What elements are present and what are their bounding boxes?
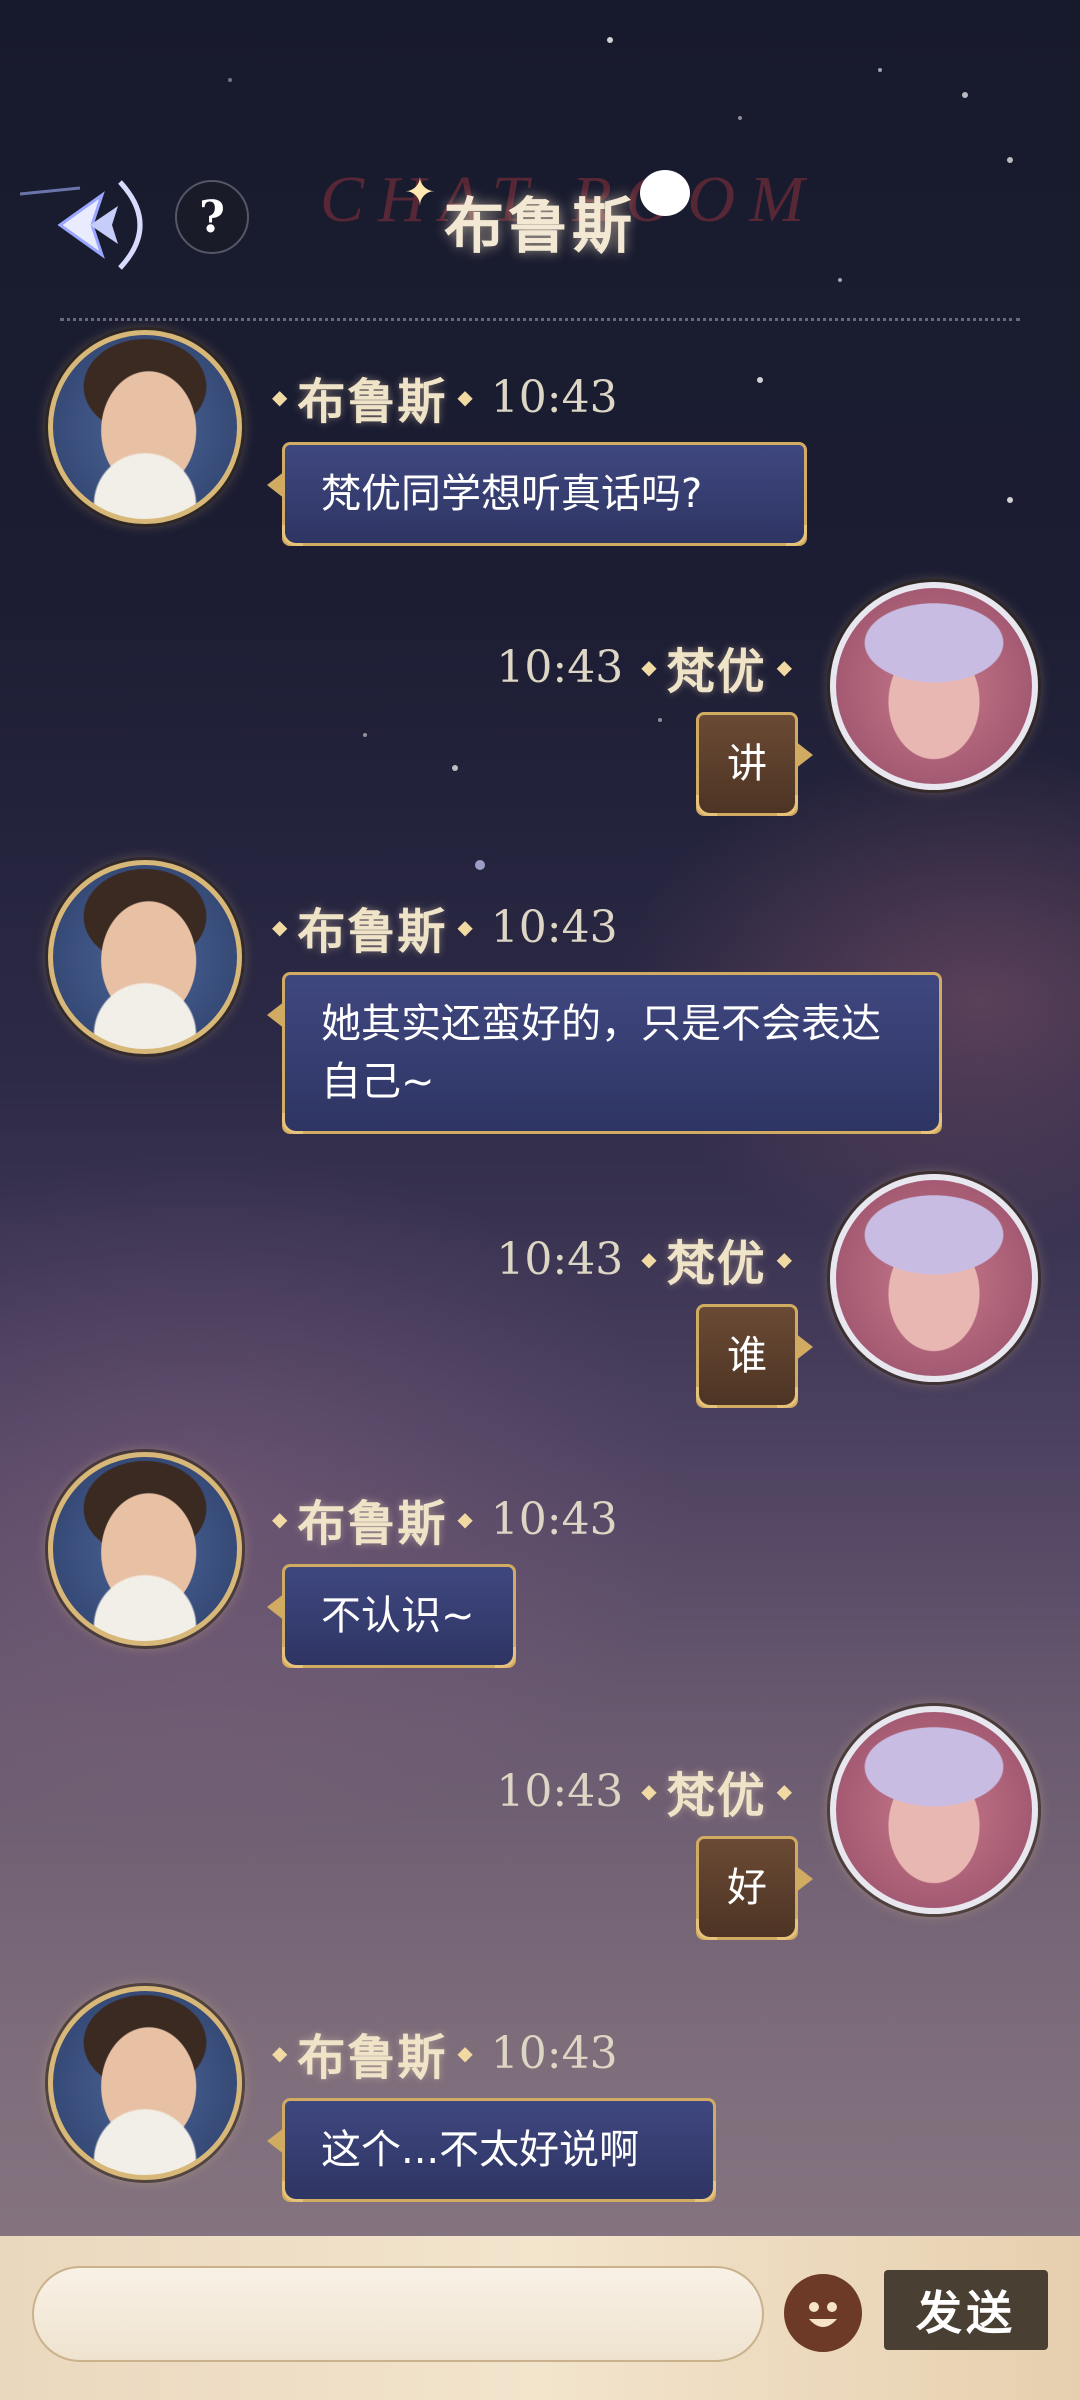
header-divider [60, 318, 1020, 321]
message-time: 10:43 [496, 641, 624, 693]
bubble-corner [696, 1387, 717, 1408]
diamond-icon: ◆ [641, 1779, 657, 1803]
sender-name: 梵优 [666, 1236, 767, 1292]
diamond-icon: ◆ [776, 1247, 792, 1271]
message-text: 好 [727, 1865, 767, 1911]
diamond-icon: ◆ [272, 385, 288, 409]
bubble-corner [777, 1919, 798, 1940]
message-time: 10:43 [490, 2027, 618, 2079]
message-text: 谁 [727, 1333, 767, 1379]
diamond-icon: ◆ [776, 1779, 792, 1803]
message-bubble: 讲 [696, 712, 813, 816]
diamond-icon: ◆ [457, 2041, 473, 2065]
diamond-icon: ◆ [457, 915, 473, 939]
avatar-bruce[interactable] [48, 330, 242, 524]
diamond-icon: ◆ [641, 1247, 657, 1271]
sender-info: 10:43 ◆ 梵优 ◆ [488, 632, 802, 702]
message-time: 10:43 [496, 1765, 624, 1817]
sender-info: ◆ 布鲁斯 ◆ 10:43 [262, 892, 626, 962]
message-text: 梵优同学想听真话吗? [321, 471, 703, 517]
sender-name: 布鲁斯 [297, 2030, 448, 2086]
diamond-icon: ◆ [776, 655, 792, 679]
bubble-corner [282, 1113, 303, 1134]
diamond-icon: ◆ [272, 915, 288, 939]
message-bubble: 她其实还蛮好的，只是不会表达自己~ [267, 972, 942, 1134]
sender-name: 梵优 [666, 644, 767, 700]
bubble-corner [777, 795, 798, 816]
emoji-button[interactable] [784, 2274, 862, 2352]
bubble-corner [777, 1387, 798, 1408]
sender-name: 布鲁斯 [297, 904, 448, 960]
message-bubble: 好 [696, 1836, 813, 1940]
page-title: 布鲁斯 [444, 192, 636, 262]
avatar-bruce[interactable] [48, 860, 242, 1054]
bubble-corner [282, 2181, 303, 2202]
bubble-corner [282, 1647, 303, 1668]
bubble-corner [282, 525, 303, 546]
sender-name: 梵优 [666, 1768, 767, 1824]
diamond-icon: ◆ [641, 655, 657, 679]
message-bubble: 这个...不太好说啊 [267, 2098, 716, 2202]
sender-name: 布鲁斯 [297, 1496, 448, 1552]
message-time: 10:43 [490, 901, 618, 953]
message-text: 不认识~ [321, 1593, 475, 1639]
sender-info: ◆ 布鲁斯 ◆ 10:43 [262, 2018, 626, 2088]
avatar-bruce[interactable] [48, 1452, 242, 1646]
message-time: 10:43 [490, 371, 618, 423]
smiley-face-icon [809, 2302, 837, 2327]
chat-header: ? CHAT ROOM ✦ 布鲁斯 [0, 140, 1080, 280]
sender-info: 10:43 ◆ 梵优 ◆ [488, 1224, 802, 1294]
sender-info: 10:43 ◆ 梵优 ◆ [488, 1756, 802, 1826]
message-input[interactable] [32, 2266, 764, 2362]
bubble-corner [696, 1919, 717, 1940]
send-button[interactable]: 发送 [884, 2270, 1048, 2350]
sender-info: ◆ 布鲁斯 ◆ 10:43 [262, 362, 626, 432]
diamond-icon: ◆ [457, 385, 473, 409]
message-composer: 发送 [0, 2236, 1080, 2400]
message-bubble: 谁 [696, 1304, 813, 1408]
bubble-corner [786, 525, 807, 546]
message-time: 10:43 [496, 1233, 624, 1285]
chat-bubble-icon [640, 170, 690, 216]
bubble-corner [495, 1647, 516, 1668]
message-bubble: 不认识~ [267, 1564, 516, 1668]
message-text: 讲 [727, 741, 767, 787]
diamond-icon: ◆ [272, 2041, 288, 2065]
avatar-fanyou[interactable] [830, 1706, 1038, 1914]
sender-name: 布鲁斯 [297, 374, 448, 430]
avatar-bruce[interactable] [48, 1986, 242, 2180]
bubble-corner [921, 1113, 942, 1134]
message-text: 她其实还蛮好的，只是不会表达自己~ [321, 1001, 881, 1105]
diamond-icon: ◆ [272, 1507, 288, 1531]
avatar-fanyou[interactable] [830, 1174, 1038, 1382]
bubble-corner [695, 2181, 716, 2202]
avatar-fanyou[interactable] [830, 582, 1038, 790]
message-bubble: 梵优同学想听真话吗? [267, 442, 807, 546]
message-text: 这个...不太好说啊 [321, 2127, 640, 2173]
diamond-icon: ◆ [457, 1507, 473, 1531]
sender-info: ◆ 布鲁斯 ◆ 10:43 [262, 1484, 626, 1554]
message-time: 10:43 [490, 1493, 618, 1545]
bubble-corner [696, 795, 717, 816]
